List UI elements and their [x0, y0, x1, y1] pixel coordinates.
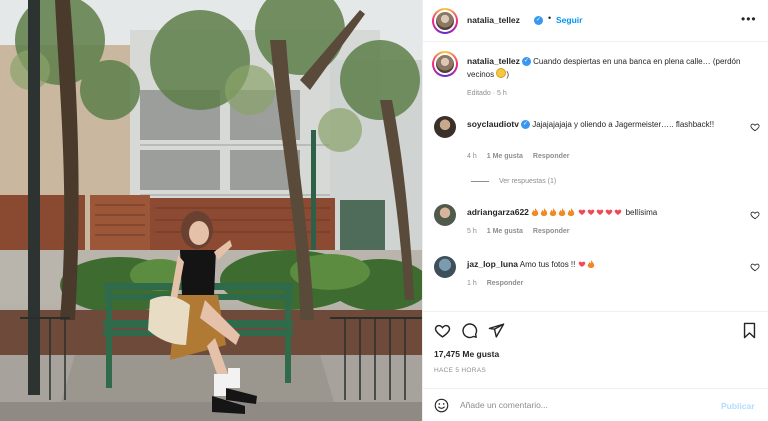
- comment-username[interactable]: jaz_lop_luna: [467, 259, 518, 269]
- likes-count[interactable]: 17,475 Me gusta: [434, 349, 499, 359]
- comment-time: 1 h: [467, 280, 477, 287]
- grimacing-face-icon: [496, 68, 507, 78]
- post-photo-illustration: [0, 0, 422, 421]
- comment-likes[interactable]: 1 Me gusta: [487, 153, 523, 160]
- comment-meta: 1 h Responder: [467, 280, 523, 287]
- more-options-icon[interactable]: •••: [741, 12, 757, 26]
- comment-username[interactable]: soyclaudiotv: [467, 119, 519, 129]
- post-side-panel: natalia_tellez ✓ • Seguir ••• natalia_te…: [422, 0, 768, 421]
- comment-text: adriangarza622 bellísima: [467, 206, 737, 219]
- commenter-avatar[interactable]: [434, 204, 456, 226]
- comment-likes[interactable]: 1 Me gusta: [487, 228, 523, 235]
- commenter-avatar[interactable]: [434, 116, 456, 138]
- verified-badge-icon: ✓: [520, 120, 530, 130]
- comment-meta: 4 h 1 Me gusta Responder: [467, 153, 569, 160]
- like-comment-heart-icon[interactable]: [750, 262, 760, 272]
- verified-badge-icon: ✓: [534, 16, 543, 25]
- heart-emoji-icon: [578, 260, 587, 269]
- comment-time: 4 h: [467, 153, 477, 160]
- emoji-picker-icon[interactable]: [434, 398, 449, 413]
- comment-username[interactable]: adriangarza622: [467, 207, 529, 217]
- author-avatar[interactable]: [432, 8, 458, 34]
- comment-text: soyclaudiotv ✓ Jajajajajaja y oliendo a J…: [467, 118, 737, 131]
- share-icon[interactable]: [488, 322, 505, 339]
- comment-body: bellísima: [625, 208, 658, 217]
- edited-label: Editado: [467, 90, 491, 97]
- comment-time: 5 h: [467, 228, 477, 235]
- post-image[interactable]: [0, 0, 422, 421]
- caption-meta: Editado · 5 h: [467, 90, 507, 97]
- reply-button[interactable]: Responder: [487, 280, 524, 287]
- verified-badge-icon: ✓: [521, 57, 531, 67]
- comment-text: jaz_lop_luna Amo tus fotos !!: [467, 258, 737, 271]
- posted-time: HACE 5 HORAS: [434, 367, 487, 374]
- post-header: natalia_tellez ✓ • Seguir •••: [423, 0, 768, 42]
- comment-meta: 5 h 1 Me gusta Responder: [467, 228, 569, 235]
- caption-body-end: ): [506, 70, 510, 79]
- reply-button[interactable]: Responder: [533, 153, 570, 160]
- caption-time: 5 h: [496, 90, 507, 97]
- heart-icon[interactable]: [434, 322, 451, 339]
- fire-emoji-icon: [531, 208, 578, 217]
- separator-dot: •: [548, 13, 552, 23]
- fire-emoji-icon: [587, 260, 596, 269]
- add-comment-bar: Publicar: [423, 388, 768, 421]
- comment-icon[interactable]: [461, 322, 478, 339]
- publish-button[interactable]: Publicar: [721, 401, 755, 411]
- follow-button[interactable]: Seguir: [556, 15, 582, 25]
- add-comment-input[interactable]: [460, 397, 700, 413]
- post-actions-bar: [423, 311, 768, 347]
- author-username[interactable]: natalia_tellez: [467, 15, 520, 25]
- bookmark-icon[interactable]: [741, 322, 758, 339]
- view-replies-button[interactable]: Ver respuestas (1): [471, 178, 556, 185]
- commenter-avatar[interactable]: [434, 256, 456, 278]
- like-comment-heart-icon[interactable]: [750, 122, 760, 132]
- heart-emoji-icon: [578, 208, 625, 217]
- caption-username[interactable]: natalia_tellez: [467, 56, 520, 66]
- caption-text: natalia_tellez ✓ Cuando despiertas en una…: [467, 55, 763, 81]
- comment-body: Amo tus fotos !!: [519, 260, 576, 269]
- like-comment-heart-icon[interactable]: [750, 210, 760, 220]
- comment-body: Jajajajajaja y oliendo a Jagermeister…..…: [532, 120, 715, 129]
- caption-author-avatar[interactable]: [432, 51, 458, 77]
- reply-button[interactable]: Responder: [533, 228, 570, 235]
